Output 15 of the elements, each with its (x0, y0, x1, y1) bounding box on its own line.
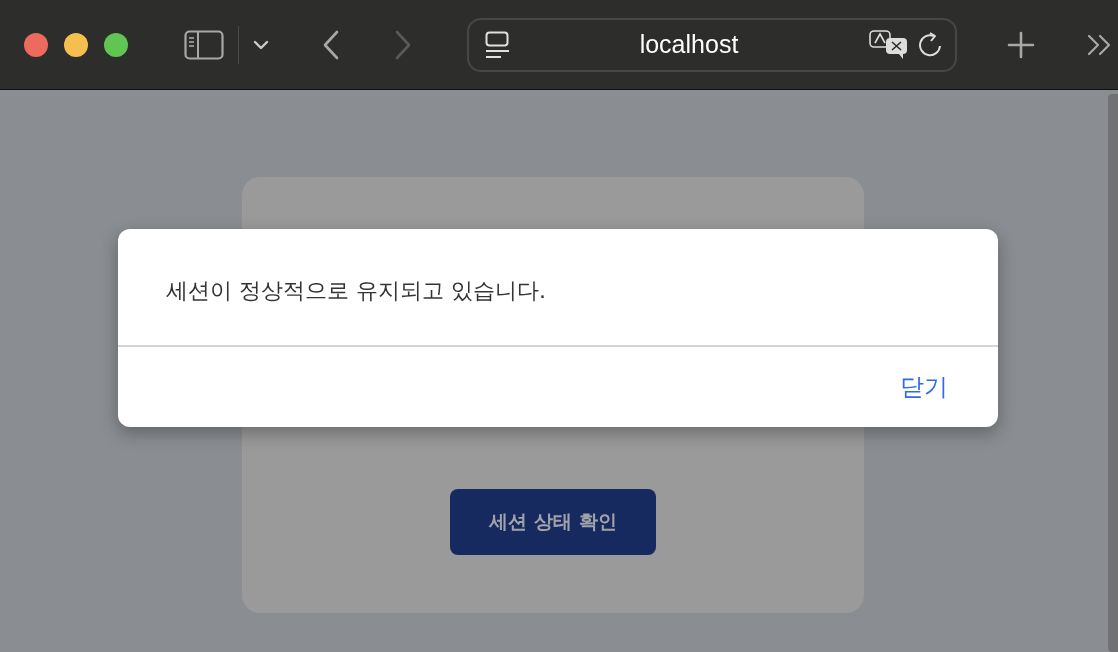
minimize-window-button[interactable] (64, 32, 88, 57)
check-session-button[interactable]: 세션 상태 확인 (450, 489, 656, 555)
translate-icon[interactable] (869, 29, 909, 60)
zoom-window-button[interactable] (104, 32, 128, 57)
sidebar-icon[interactable] (184, 29, 224, 60)
chevron-down-icon[interactable] (253, 39, 269, 50)
address-bar[interactable]: localhost (467, 17, 957, 72)
reload-icon[interactable] (919, 31, 943, 58)
dialog-message: 세션이 정상적으로 유지되고 있습니다. (118, 229, 998, 347)
close-button[interactable]: 닫기 (894, 367, 954, 407)
close-window-button[interactable] (24, 32, 48, 57)
url-text: localhost (638, 30, 740, 59)
new-tab-icon[interactable] (1007, 30, 1035, 59)
back-icon[interactable] (321, 29, 341, 60)
page-menu-icon[interactable] (485, 30, 509, 59)
